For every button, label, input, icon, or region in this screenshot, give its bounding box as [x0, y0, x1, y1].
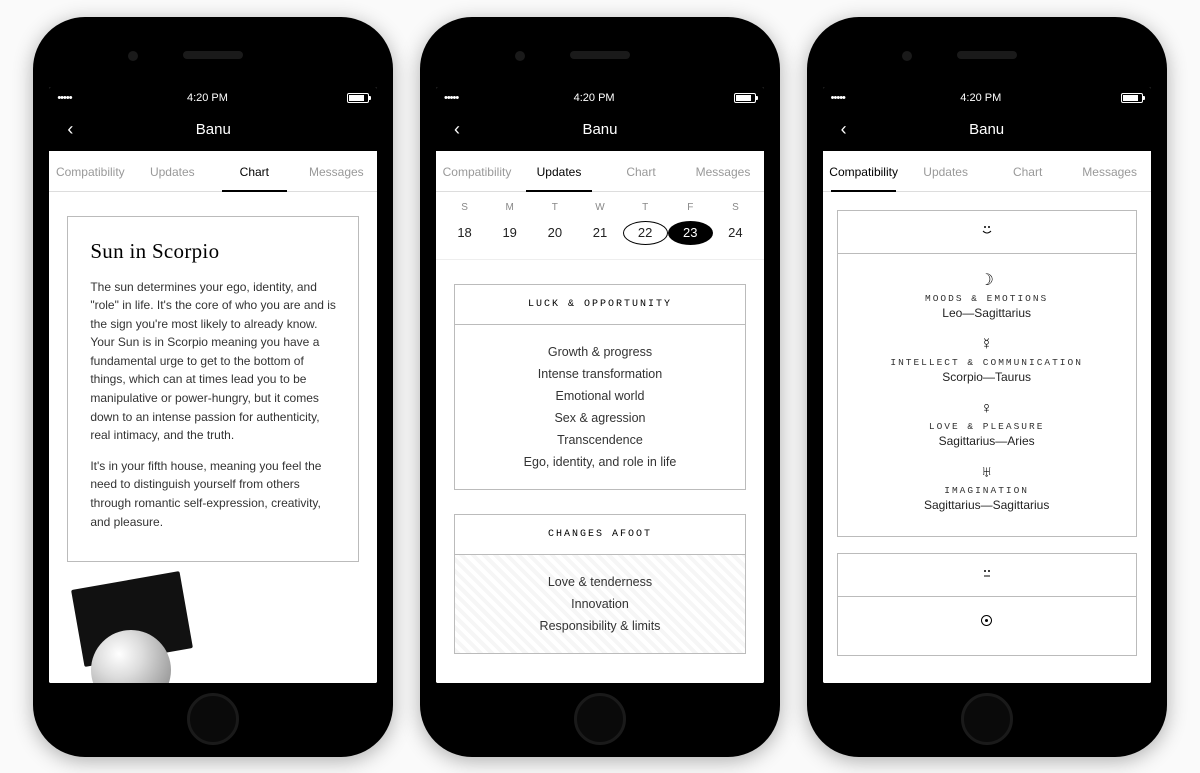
- section-title: LUCK & OPPORTUNITY: [455, 285, 745, 325]
- battery-icon: [1117, 93, 1143, 103]
- tab-compatibility[interactable]: Compatibility: [823, 151, 905, 191]
- section-title: CHANGES AFOOT: [455, 515, 745, 555]
- battery-icon: [730, 93, 756, 103]
- planet-icon: ♅: [838, 464, 1136, 482]
- tab-messages[interactable]: Messages: [1069, 151, 1151, 191]
- tab-updates[interactable]: Updates: [518, 151, 600, 191]
- planet-icon: ☿: [838, 336, 1136, 354]
- tab-compatibility[interactable]: Compatibility: [436, 151, 518, 191]
- status-time: 4:20 PM: [574, 92, 615, 104]
- compat-card: ☽MOODS & EMOTIONSLeo—Sagittarius☿INTELLE…: [837, 210, 1137, 537]
- tab-chart[interactable]: Chart: [600, 151, 682, 191]
- tab-chart[interactable]: Chart: [213, 151, 295, 191]
- status-bar: ••••• 4:20 PM: [823, 87, 1151, 109]
- section-item: Ego, identity, and role in life: [455, 451, 745, 473]
- phone-mockup-compatibility: ••••• 4:20 PM ‹ Banu Compatibility Updat…: [807, 17, 1167, 757]
- tab-bar: Compatibility Updates Chart Messages: [436, 151, 764, 192]
- tab-chart[interactable]: Chart: [987, 151, 1069, 191]
- compat-card: [837, 553, 1137, 656]
- compat-item: ♀LOVE & PLEASURESagittarius—Aries: [838, 394, 1136, 458]
- nav-title: Banu: [436, 121, 764, 138]
- phone-mockup-chart: ••••• 4:20 PM ‹ Banu Compatibility Updat…: [33, 17, 393, 757]
- compat-label: LOVE & PLEASURE: [838, 418, 1136, 434]
- compat-content[interactable]: ☽MOODS & EMOTIONSLeo—Sagittarius☿INTELLE…: [823, 192, 1151, 683]
- date-row: 18192021222324: [436, 217, 764, 260]
- update-section: CHANGES AFOOT Love & tendernessInnovation…: [454, 514, 746, 654]
- weekday-label: S: [713, 202, 758, 213]
- date-cell[interactable]: 21: [577, 221, 622, 245]
- section-item: Responsibility & limits: [455, 615, 745, 637]
- nav-bar: ‹ Banu: [436, 109, 764, 151]
- section-item: Sex & agression: [455, 407, 745, 429]
- status-time: 4:20 PM: [187, 92, 228, 104]
- planet-icon: ☽: [838, 270, 1136, 290]
- section-item: Intense transformation: [455, 363, 745, 385]
- compat-label: IMAGINATION: [838, 482, 1136, 498]
- weekday-label: F: [668, 202, 713, 213]
- tab-messages[interactable]: Messages: [295, 151, 377, 191]
- neutral-face-icon: [838, 554, 1136, 597]
- date-cell[interactable]: 18: [442, 221, 487, 245]
- section-item: Emotional world: [455, 385, 745, 407]
- signal-dots-icon: •••••: [444, 92, 458, 104]
- status-bar: ••••• 4:20 PM: [436, 87, 764, 109]
- tab-compatibility[interactable]: Compatibility: [49, 151, 131, 191]
- compat-pair: Leo—Sagittarius: [838, 306, 1136, 320]
- section-item: Growth & progress: [455, 341, 745, 363]
- compat-pair: Sagittarius—Sagittarius: [838, 498, 1136, 512]
- nav-bar: ‹ Banu: [823, 109, 1151, 151]
- back-button[interactable]: ‹: [446, 115, 468, 144]
- weekday-label: S: [442, 202, 487, 213]
- tab-updates[interactable]: Updates: [905, 151, 987, 191]
- card-paragraph-1: The sun determines your ego, identity, a…: [90, 278, 336, 445]
- date-cell[interactable]: 22: [623, 221, 668, 245]
- chart-content[interactable]: Sun in Scorpio The sun determines your e…: [49, 192, 377, 683]
- signal-dots-icon: •••••: [831, 92, 845, 104]
- back-button[interactable]: ‹: [59, 115, 81, 144]
- section-item: Transcendence: [455, 429, 745, 451]
- battery-icon: [343, 93, 369, 103]
- collage-illustration: [67, 580, 207, 682]
- card-paragraph-2: It's in your fifth house, meaning you fe…: [90, 457, 336, 531]
- section-item: Innovation: [455, 593, 745, 615]
- smile-face-icon: [838, 211, 1136, 254]
- weekday-label: M: [487, 202, 532, 213]
- compat-label: INTELLECT & COMMUNICATION: [838, 354, 1136, 370]
- compat-pair: Scorpio—Taurus: [838, 370, 1136, 384]
- sun-scorpio-card: Sun in Scorpio The sun determines your e…: [67, 216, 359, 563]
- nav-bar: ‹ Banu: [49, 109, 377, 151]
- planet-icon: [838, 613, 1136, 631]
- tab-bar: Compatibility Updates Chart Messages: [49, 151, 377, 192]
- update-section: LUCK & OPPORTUNITY Growth & progressInten…: [454, 284, 746, 490]
- updates-content[interactable]: SMTWTFS 18192021222324 LUCK & OPPORTUNIT…: [436, 192, 764, 683]
- weekday-label: T: [623, 202, 668, 213]
- tab-messages[interactable]: Messages: [682, 151, 764, 191]
- phone-mockup-updates: ••••• 4:20 PM ‹ Banu Compatibility Updat…: [420, 17, 780, 757]
- tab-updates[interactable]: Updates: [131, 151, 213, 191]
- status-bar: ••••• 4:20 PM: [49, 87, 377, 109]
- nav-title: Banu: [49, 121, 377, 138]
- back-button[interactable]: ‹: [833, 115, 855, 144]
- weekday-row: SMTWTFS: [436, 192, 764, 217]
- tab-bar: Compatibility Updates Chart Messages: [823, 151, 1151, 192]
- section-item: Love & tenderness: [455, 571, 745, 593]
- weekday-label: T: [532, 202, 577, 213]
- card-title: Sun in Scorpio: [90, 239, 336, 264]
- date-cell[interactable]: 20: [532, 221, 577, 245]
- planet-icon: ♀: [838, 400, 1136, 418]
- signal-dots-icon: •••••: [57, 92, 71, 104]
- compat-item: ☽MOODS & EMOTIONSLeo—Sagittarius: [838, 264, 1136, 330]
- date-cell[interactable]: 23: [668, 221, 713, 245]
- compat-item: ♅IMAGINATIONSagittarius—Sagittarius: [838, 458, 1136, 522]
- compat-label: MOODS & EMOTIONS: [838, 290, 1136, 306]
- compat-item: [838, 607, 1136, 641]
- date-cell[interactable]: 19: [487, 221, 532, 245]
- date-cell[interactable]: 24: [713, 221, 758, 245]
- status-time: 4:20 PM: [960, 92, 1001, 104]
- nav-title: Banu: [823, 121, 1151, 138]
- compat-pair: Sagittarius—Aries: [838, 434, 1136, 448]
- compat-item: ☿INTELLECT & COMMUNICATIONScorpio—Taurus: [838, 330, 1136, 394]
- weekday-label: W: [577, 202, 622, 213]
